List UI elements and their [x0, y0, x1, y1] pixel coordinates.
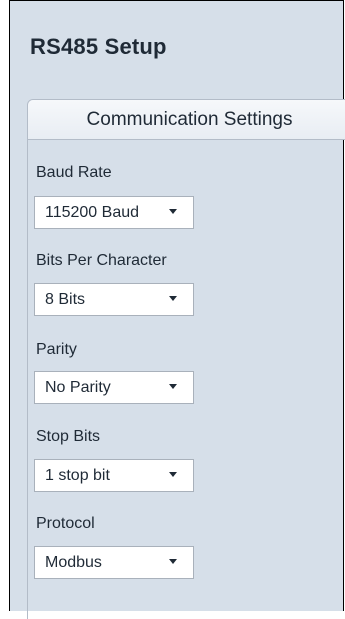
- stop-bits-label: Stop Bits: [36, 428, 101, 445]
- bits-per-character-label: Bits Per Character: [36, 252, 167, 269]
- parity-select[interactable]: No Parity: [34, 371, 194, 404]
- stop-bits-select[interactable]: 1 stop bit: [34, 459, 194, 492]
- baud-rate-label: Baud Rate: [36, 164, 112, 181]
- chevron-down-icon: [169, 209, 177, 214]
- parity-value: No Parity: [45, 379, 111, 396]
- stop-bits-value: 1 stop bit: [45, 467, 110, 484]
- chevron-down-icon: [169, 384, 177, 389]
- bits-per-character-value: 8 Bits: [45, 291, 86, 308]
- chevron-down-icon: [169, 559, 177, 564]
- group-header: Communication Settings: [28, 100, 345, 140]
- chevron-down-icon: [169, 472, 177, 477]
- parity-label: Parity: [36, 341, 77, 358]
- bits-per-character-select[interactable]: 8 Bits: [34, 283, 194, 316]
- protocol-select[interactable]: Modbus: [34, 546, 194, 579]
- protocol-value: Modbus: [45, 554, 102, 571]
- baud-rate-select[interactable]: 115200 Baud: [34, 196, 194, 229]
- chevron-down-icon: [169, 296, 177, 301]
- rs485-setup-panel: RS485 Setup Communication Settings Baud …: [9, 0, 345, 619]
- protocol-label: Protocol: [36, 515, 95, 532]
- page-title: RS485 Setup: [30, 34, 167, 59]
- baud-rate-value: 115200 Baud: [45, 204, 140, 221]
